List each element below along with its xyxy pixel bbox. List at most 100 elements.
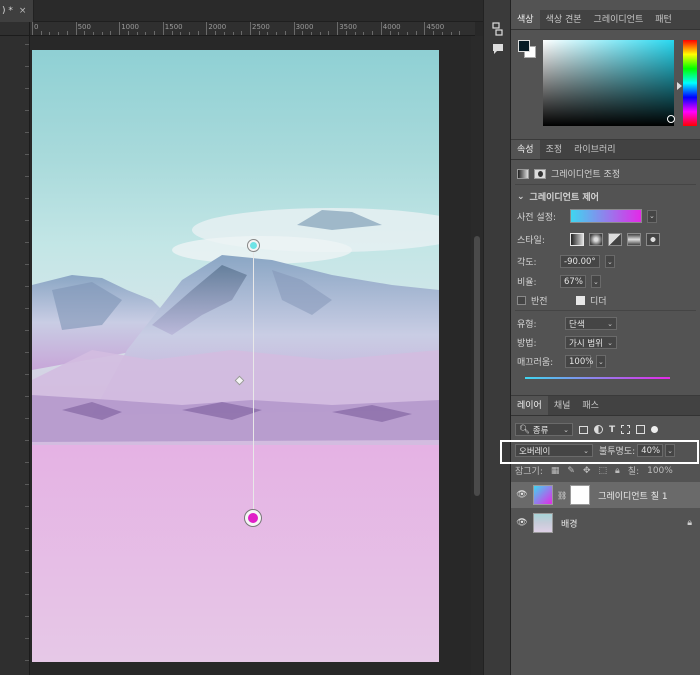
smoothness-field[interactable]: 100% (565, 355, 593, 368)
angle-dropdown[interactable]: ⌄ (605, 255, 615, 268)
tab-adjustments[interactable]: 조정 (540, 140, 569, 159)
type-dropdown[interactable]: 단색 ⌄ (565, 317, 617, 330)
layer-filter-dropdown[interactable]: 🔍︎ 종류 ⌄ (515, 423, 573, 436)
ruler-major-tick (75, 22, 77, 35)
chevron-down-icon: ⌄ (607, 319, 613, 328)
chevron-down-icon: ⌄ (598, 357, 604, 366)
tab-properties[interactable]: 속성 (511, 140, 540, 159)
scale-field[interactable]: 67% (560, 275, 586, 288)
style-row: 스타일: (517, 233, 660, 246)
scale-row: 비율: 67% ⌄ (517, 275, 601, 288)
vertical-ruler[interactable] (0, 36, 30, 675)
ruler-minor-tick (25, 484, 29, 485)
ruler-minor-tick (302, 31, 304, 35)
filter-toggle-icon[interactable] (651, 426, 659, 433)
ruler-minor-tick (25, 660, 29, 661)
reverse-checkbox[interactable] (517, 296, 526, 305)
smoothness-dropdown[interactable]: ⌄ (596, 355, 606, 368)
gradient-start-handle[interactable] (248, 240, 259, 251)
ruler-minor-tick (25, 88, 29, 89)
tab-layers[interactable]: 레이어 (511, 396, 548, 415)
lock-artboard-icon[interactable]: ⬚ (598, 466, 607, 476)
ruler-minor-tick (136, 32, 138, 35)
gradient-line[interactable] (253, 245, 254, 518)
document-area: ) * × 0 500 1000 1500 2000 2500 3000 3500 4000 45… (0, 0, 483, 675)
angle-field[interactable]: -90.00° (560, 255, 600, 268)
layer-name: 그레이디언트 칠 1 (598, 491, 668, 502)
reflected-style-icon[interactable] (627, 233, 641, 246)
layer-row[interactable]: 👁︎ ⛓ 그레이디언트 칠 1 (511, 482, 700, 508)
close-icon[interactable]: × (19, 6, 27, 16)
chevron-down-icon: ⌄ (607, 338, 613, 347)
ruler-minor-tick (25, 638, 29, 639)
vertical-scrollbar[interactable] (471, 36, 483, 675)
chevron-down-icon[interactable]: ⌄ (517, 192, 525, 202)
scale-dropdown[interactable]: ⌄ (591, 275, 601, 288)
ruler-minor-tick (101, 32, 103, 35)
adjustment-title: 그레이디언트 조정 (551, 170, 621, 180)
document-tab[interactable]: ) * × (0, 0, 34, 22)
tab-libraries[interactable]: 라이브러리 (568, 140, 621, 159)
lock-all-icon[interactable]: 🔒︎ (615, 466, 620, 476)
tab-color[interactable]: 색상 (511, 10, 540, 29)
color-picker-field[interactable] (543, 40, 674, 126)
smart-object-filter-icon[interactable] (636, 425, 646, 434)
ruler-minor-tick (180, 32, 182, 35)
gradient-preset-swatch[interactable] (570, 209, 642, 223)
preset-dropdown[interactable]: ⌄ (647, 209, 657, 223)
link-icon[interactable]: ⛓ (557, 491, 567, 500)
method-dropdown[interactable]: 가시 범위 ⌄ (565, 336, 617, 349)
comment-icon[interactable] (490, 42, 506, 56)
ruler-minor-tick (450, 32, 452, 35)
ruler-minor-tick (40, 31, 42, 35)
color-picker-cursor[interactable] (667, 115, 675, 123)
tab-gradients[interactable]: 그레이디언트 (588, 10, 650, 29)
history-icon[interactable] (490, 22, 506, 36)
image-canvas[interactable] (32, 50, 439, 662)
ruler-minor-tick (433, 31, 435, 35)
lock-paint-icon[interactable]: ✎ (567, 466, 575, 476)
linear-style-icon[interactable] (570, 233, 584, 246)
method-value: 가시 범위 (569, 338, 603, 349)
ruler-minor-tick (319, 32, 321, 35)
horizontal-ruler[interactable]: 0 500 1000 1500 2000 2500 3000 3500 4000 4500 (30, 22, 475, 36)
tab-patterns[interactable]: 패턴 (649, 10, 678, 29)
dither-checkbox[interactable] (576, 296, 585, 305)
shape-filter-icon[interactable] (621, 425, 631, 434)
foreground-color-swatch[interactable] (518, 40, 530, 52)
smoothness-label: 매끄러움: (517, 358, 554, 368)
gradient-controls-header[interactable]: ⌄ 그레이디언트 제어 (517, 190, 599, 204)
layer-name: 배경 (561, 519, 578, 530)
preset-label: 사전 설정: (517, 212, 557, 223)
ruler-label: 500 (77, 23, 91, 31)
image-filter-icon[interactable] (579, 425, 588, 434)
chevron-down-icon: ⌄ (593, 277, 599, 286)
scrollbar-thumb[interactable] (474, 236, 480, 496)
hue-slider[interactable] (683, 40, 697, 126)
lock-move-icon[interactable]: ✥ (583, 466, 591, 476)
diamond-style-icon[interactable] (646, 233, 660, 246)
type-filter-icon[interactable]: T (609, 425, 615, 435)
gradient-end-handle[interactable] (245, 510, 261, 526)
angle-style-icon[interactable] (608, 233, 622, 246)
eye-icon[interactable]: 👁︎ (511, 490, 533, 500)
ruler-major-tick (250, 22, 251, 35)
lock-pixels-icon[interactable]: ▦ (551, 466, 560, 476)
lock-fill-row: 잠그기: ▦ ✎ ✥ ⬚ 🔒︎ 칠: 100% (515, 464, 673, 478)
lock-label: 잠그기: (515, 467, 543, 477)
properties-panel-tabs: 속성 조정 라이브러리 (511, 140, 700, 160)
layer-row[interactable]: 👁︎ 배경 🔒︎ (511, 510, 700, 536)
tab-swatches[interactable]: 색상 견본 (540, 10, 588, 29)
tab-paths[interactable]: 패스 (576, 396, 605, 415)
radial-style-icon[interactable] (589, 233, 603, 246)
gradient-preview-bar[interactable] (525, 377, 670, 379)
tab-channels[interactable]: 채널 (548, 396, 577, 415)
adjustment-filter-icon[interactable] (594, 425, 603, 434)
ruler-minor-tick (311, 32, 313, 35)
layer-mask-thumbnail[interactable] (570, 485, 591, 505)
ruler-corner (0, 22, 30, 36)
eye-icon[interactable]: 👁︎ (511, 518, 533, 528)
ruler-label: 1500 (164, 23, 183, 31)
ruler-minor-tick (25, 440, 29, 441)
divider (515, 184, 696, 185)
